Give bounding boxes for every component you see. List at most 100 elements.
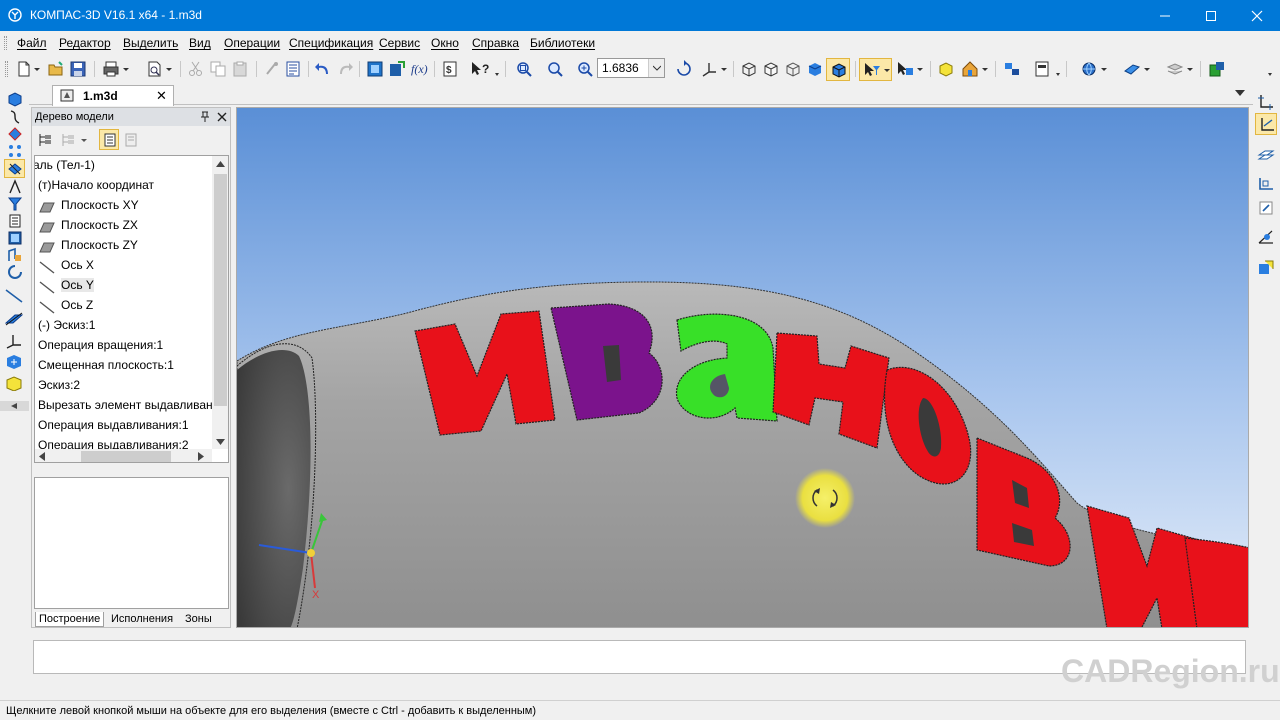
menu-service[interactable]: Сервис [379,36,420,50]
toolbar-overflow[interactable] [495,61,499,77]
menu-help[interactable]: Справка [472,36,519,50]
thin-hidden-lines-icon[interactable] [784,60,802,78]
undo-icon[interactable] [314,60,332,78]
auxiliary-geometry-toggle[interactable] [4,159,25,178]
tree-horizontal-scrollbar[interactable] [35,449,212,462]
tree-item-part[interactable]: аль (Тел-1) [35,158,95,178]
pin-icon[interactable] [200,111,210,123]
zoom-scale-combobox[interactable] [597,58,665,78]
plane-tool-icon[interactable] [5,311,23,327]
surfaces-icon[interactable] [7,126,23,142]
zoom-in-icon[interactable] [576,60,594,78]
close-panel-icon[interactable] [217,112,227,122]
format-painter-icon[interactable] [263,60,281,78]
menu-window[interactable]: Окно [431,36,459,50]
edit-part-icon[interactable] [7,91,23,107]
print-icon[interactable] [102,60,120,78]
select-type-icon[interactable] [896,60,914,78]
line-tool-icon[interactable] [5,288,23,304]
filter-selection-toggle[interactable] [859,58,892,81]
shaded-edges-toggle[interactable] [826,58,850,81]
scroll-left-icon[interactable] [39,452,45,461]
context-help-icon[interactable]: ? [470,60,492,78]
yellow-cube-icon[interactable] [5,375,23,391]
chevron-down-icon[interactable] [1143,60,1151,78]
plane-stack-icon[interactable] [1257,145,1275,163]
close-window-button[interactable] [1234,0,1280,31]
add-component-icon[interactable] [937,60,955,78]
document-tab[interactable]: 1.m3d ✕ [52,85,174,106]
tree-vertical-scrollbar[interactable] [212,156,228,449]
elements-icon[interactable] [7,247,23,263]
tree-item-revolve-1[interactable]: Операция вращения:1 [38,338,163,358]
library-green-icon[interactable] [1208,60,1226,78]
rotate-icon[interactable] [675,60,693,78]
revolve-icon[interactable] [7,264,23,280]
report-icon[interactable] [7,230,23,246]
tree-item-extrude-1[interactable]: Операция выдавливания:1 [38,418,189,438]
maximize-button[interactable] [1188,0,1234,31]
filter-view-icon[interactable] [124,132,140,148]
component-check-icon[interactable] [1257,259,1275,277]
house-component-icon[interactable] [961,60,979,78]
local-cs-icon[interactable] [5,354,23,370]
zoom-window-icon[interactable] [515,60,533,78]
minimize-button[interactable] [1142,0,1188,31]
tab-versions[interactable]: Исполнения [108,612,176,626]
chevron-down-icon[interactable] [165,60,173,78]
shaded-view-icon[interactable] [806,60,824,78]
variables-fx-icon[interactable]: f(x) [410,60,430,78]
paste-icon[interactable] [231,60,249,78]
print-preview-icon[interactable] [145,60,163,78]
cut-icon[interactable] [187,60,205,78]
measure-angle-icon[interactable] [1257,228,1275,246]
measure-icon[interactable]: $ [441,60,459,78]
tree-item-offset-plane-1[interactable]: Смещенная плоскость:1 [38,358,174,378]
zoom-dropdown-button[interactable] [648,59,664,77]
orientation-axes-icon[interactable] [700,60,718,78]
menu-view[interactable]: Вид [189,36,211,50]
spatial-curves-icon[interactable] [7,109,23,125]
tree-hscroll-thumb[interactable] [81,451,171,462]
section-plane-icon[interactable] [1123,60,1141,78]
axis-constraint-icon[interactable] [1257,175,1275,193]
dimensions-icon[interactable] [7,179,23,195]
copy-icon[interactable] [209,60,227,78]
model-scene[interactable]: X [237,108,1249,628]
coordinate-system-icon[interactable] [5,333,23,349]
chevron-down-icon[interactable] [1100,60,1108,78]
scroll-down-icon[interactable] [216,439,225,445]
menu-specification[interactable]: Спецификация [289,36,373,50]
snap-toggle[interactable] [1255,113,1277,135]
sheet-properties-icon[interactable] [1033,60,1051,78]
chevron-down-icon[interactable] [1186,60,1194,78]
toolbar-overflow[interactable] [1268,61,1272,77]
properties-list-icon[interactable] [284,60,302,78]
menu-file[interactable]: Файл [17,36,47,50]
render-globe-icon[interactable] [1080,60,1098,78]
manager-document-icon[interactable] [366,60,384,78]
menu-operations[interactable]: Операции [224,36,280,50]
hidden-lines-icon[interactable] [762,60,780,78]
toolbar-grip[interactable] [5,61,8,77]
menu-select[interactable]: Выделить [123,36,178,50]
tree-order-icon[interactable] [37,132,53,148]
tabs-dropdown-icon[interactable] [1235,90,1245,97]
redo-icon[interactable] [336,60,354,78]
zoom-all-icon[interactable] [546,60,564,78]
tree-item-sketch-1[interactable]: (-) Эскиз:1 [38,318,95,338]
tail-letter-e[interactable] [1184,537,1249,628]
tree-vscroll-thumb[interactable] [214,174,227,406]
new-document-icon[interactable] [15,60,33,78]
open-folder-icon[interactable] [47,60,65,78]
tree-view-toggle[interactable] [99,129,119,150]
save-icon[interactable] [69,60,87,78]
left-bar-overflow[interactable] [0,401,29,411]
tree-structure-gray-icon[interactable] [60,132,76,148]
sketch-constraints-icon[interactable] [1257,93,1275,111]
chevron-down-icon[interactable] [33,60,41,78]
filter-icon[interactable] [7,196,23,212]
scroll-up-icon[interactable] [216,161,225,167]
toolbar-overflow[interactable] [1056,61,1060,77]
tree-item-origin[interactable]: (т)Начало координат [38,178,154,198]
